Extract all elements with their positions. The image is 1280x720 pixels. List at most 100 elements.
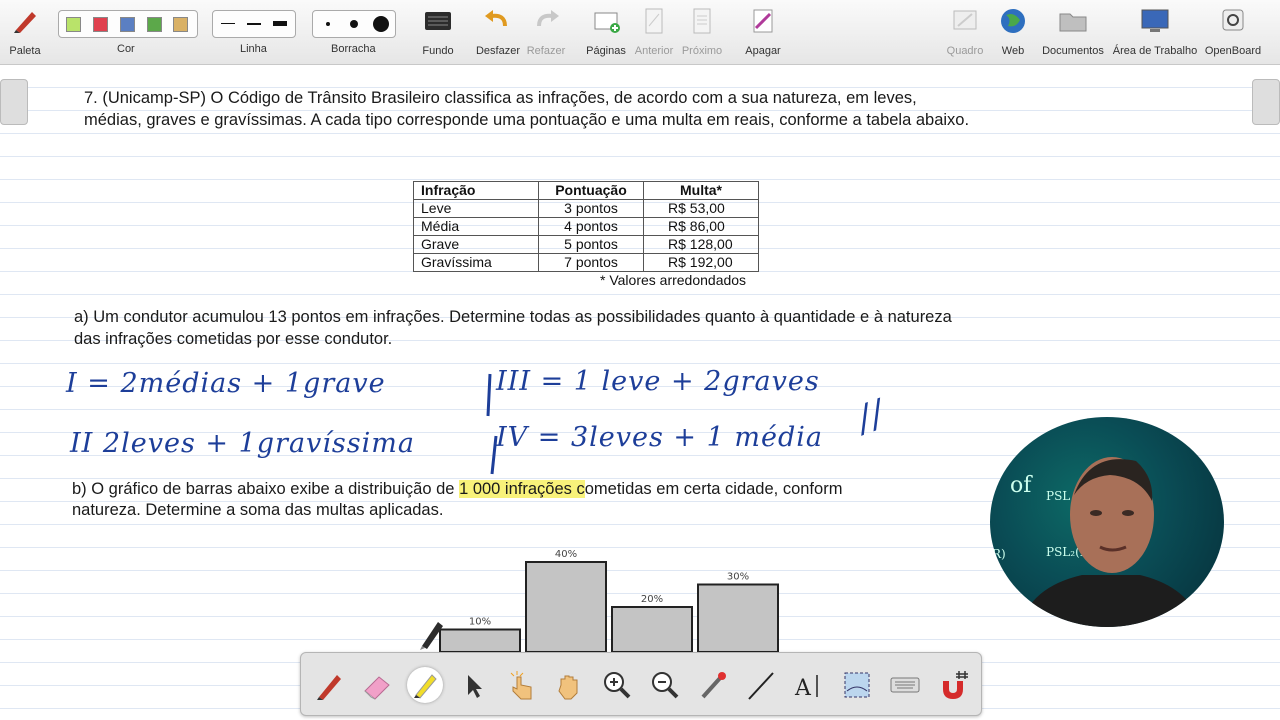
line-thick[interactable] xyxy=(273,21,287,26)
part-a-line2: das infrações cometidas por esse conduto… xyxy=(74,330,393,348)
documents-button[interactable]: Documentos xyxy=(1040,4,1106,60)
table-cell: Leve xyxy=(413,199,539,218)
chart-data-label: 30% xyxy=(727,572,749,583)
virtual-keyboard-button[interactable] xyxy=(887,667,923,703)
redo-button[interactable]: Refazer xyxy=(526,4,566,60)
redo-icon xyxy=(537,10,559,27)
color-swatch-3[interactable] xyxy=(120,17,135,32)
web-label: Web xyxy=(1001,45,1025,57)
hand-grab-icon xyxy=(558,675,578,700)
right-panel-tab[interactable] xyxy=(1252,79,1280,125)
previous-label: Anterior xyxy=(634,45,674,57)
background-label: Fundo xyxy=(422,45,454,57)
part-b-text-pre: b) O gráfico de barras abaixo exibe a di… xyxy=(72,480,460,498)
openboard-label: OpenBoard xyxy=(1204,45,1262,57)
desktop-button[interactable]: Área de Trabalho xyxy=(1112,4,1198,60)
eraser-large[interactable] xyxy=(373,16,389,32)
highlighter-icon xyxy=(414,674,437,699)
palette-button[interactable]: Paleta xyxy=(4,4,46,60)
background-button[interactable]: Fundo xyxy=(416,4,460,60)
pages-button[interactable]: Páginas xyxy=(584,4,628,60)
table-cell: R$ 53,00 xyxy=(643,199,759,218)
handwritten-divider xyxy=(486,373,498,475)
table-header-row: Infração Pontuação Multa* xyxy=(413,181,759,200)
interact-tool-button[interactable] xyxy=(503,667,539,703)
main-toolbar: Paleta Cor Linha Borracha Fundo Desfazer… xyxy=(0,0,1280,65)
color-swatch-1[interactable] xyxy=(66,17,81,32)
board-label: Quadro xyxy=(946,45,984,57)
desktop-label: Área de Trabalho xyxy=(1112,45,1198,57)
folder-icon xyxy=(1059,13,1087,32)
pen-cursor-icon xyxy=(420,622,443,650)
color-swatch-5[interactable] xyxy=(173,17,188,32)
part-b-line2: natureza. Determine a soma das multas ap… xyxy=(72,501,444,519)
pen-icon xyxy=(317,675,341,700)
bar-chart: 10%Leve40%Média20%Grave30%Gravíssima xyxy=(439,549,779,667)
hand-tool-button[interactable] xyxy=(551,667,587,703)
table-row: Leve 3 pontos R$ 53,00 xyxy=(413,199,759,218)
line-medium[interactable] xyxy=(247,23,261,25)
next-page-icon xyxy=(693,8,711,34)
laser-pointer-button[interactable] xyxy=(695,667,731,703)
handwritten-answer-3: III = 1 leve + 2graves xyxy=(496,366,820,397)
chart-data-label: 20% xyxy=(641,594,663,605)
handwritten-answer-1: I = 2médias + 1grave xyxy=(66,368,386,399)
web-button[interactable]: Web xyxy=(994,4,1032,60)
svg-text:A: A xyxy=(794,676,812,701)
clear-button[interactable]: Apagar xyxy=(740,4,786,60)
capture-tool-button[interactable] xyxy=(839,667,875,703)
line-icon xyxy=(748,672,774,700)
color-swatch-2[interactable] xyxy=(93,17,108,32)
table-cell: 3 pontos xyxy=(538,199,644,218)
eraser-small[interactable] xyxy=(326,22,330,26)
line-thin[interactable] xyxy=(221,23,235,24)
eraser-medium[interactable] xyxy=(350,20,358,28)
zoom-in-icon xyxy=(604,672,631,699)
select-tool-button[interactable] xyxy=(455,667,491,703)
zoom-in-button[interactable] xyxy=(599,667,635,703)
chart-data-label: 40% xyxy=(555,549,577,560)
question-intro-line2: médias, graves e gravíssimas. A cada tip… xyxy=(84,111,970,129)
left-panel-tab[interactable] xyxy=(0,79,28,125)
text-tool-button[interactable]: A xyxy=(791,667,827,703)
table-row: Gravíssima 7 pontos R$ 192,00 xyxy=(413,253,759,272)
table-cell: Média xyxy=(413,217,539,236)
line-tool-button[interactable] xyxy=(743,667,779,703)
color-picker xyxy=(58,10,198,38)
table-cell: R$ 128,00 xyxy=(643,235,759,254)
screen-capture-icon xyxy=(844,672,870,698)
board-button[interactable]: Quadro xyxy=(942,4,988,60)
undo-label: Desfazer xyxy=(475,45,521,57)
magnet-tool-button[interactable] xyxy=(935,667,971,703)
table-cell: 7 pontos xyxy=(538,253,644,272)
palette-label: Paleta xyxy=(9,45,41,57)
part-b-line1: b) O gráfico de barras abaixo exibe a di… xyxy=(72,479,842,500)
chart-bar-grave xyxy=(611,606,693,653)
eraser-tool-button[interactable] xyxy=(359,667,395,703)
webcam-overlay: of PSL R) PSL₂(R) xyxy=(990,417,1224,627)
laser-pointer-icon xyxy=(701,672,726,699)
chart-bar-gravíssima xyxy=(697,583,779,653)
highlighter-tool-button[interactable] xyxy=(407,667,443,703)
openboard-button[interactable]: OpenBoard xyxy=(1202,4,1264,60)
question-intro-line1: 7. (Unicamp-SP) O Código de Trânsito Bra… xyxy=(84,89,917,107)
zoom-out-button[interactable] xyxy=(647,667,683,703)
table-footnote: * Valores arredondados xyxy=(600,272,747,288)
eraser-label: Borracha xyxy=(331,43,376,55)
part-b-highlight: 1 000 infrações c xyxy=(459,480,585,498)
board-icon xyxy=(953,10,977,30)
next-button[interactable]: Próximo xyxy=(680,4,724,60)
undo-button[interactable]: Desfazer xyxy=(474,4,522,60)
color-swatch-4[interactable] xyxy=(147,17,162,32)
keyboard-grid-icon xyxy=(425,12,451,30)
add-page-icon xyxy=(594,12,620,33)
table-cell: 5 pontos xyxy=(538,235,644,254)
settings-gear-icon xyxy=(1222,9,1244,31)
table-header: Infração xyxy=(413,181,539,200)
previous-button[interactable]: Anterior xyxy=(632,4,676,60)
zoom-out-icon xyxy=(652,672,679,699)
pen-tool-button[interactable] xyxy=(311,667,347,703)
next-label: Próximo xyxy=(681,45,723,57)
magnet-icon xyxy=(943,671,968,699)
undo-icon xyxy=(485,10,507,27)
